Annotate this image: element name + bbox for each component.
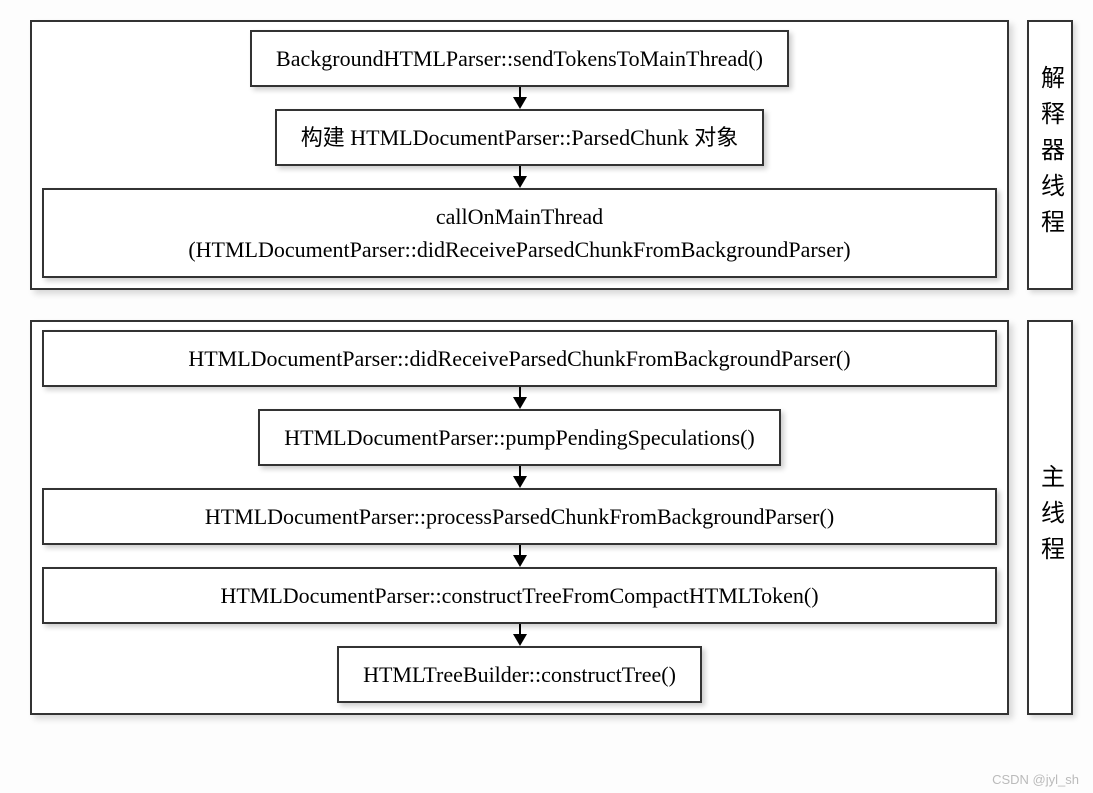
arrow-down-icon [513,466,527,488]
diagram-container: BackgroundHTMLParser::sendTokensToMainTh… [30,20,1073,715]
group-main-thread: HTMLDocumentParser::didReceiveParsedChun… [30,320,1073,715]
flow-box: HTMLDocumentParser::didReceiveParsedChun… [42,330,997,387]
arrow-down-icon [513,624,527,646]
flow-box: HTMLDocumentParser::processParsedChunkFr… [42,488,997,545]
arrow-down-icon [513,545,527,567]
watermark: CSDN @jyl_sh [992,772,1079,787]
group-box-main-thread: HTMLDocumentParser::didReceiveParsedChun… [30,320,1009,715]
flow-box: callOnMainThread(HTMLDocumentParser::did… [42,188,997,278]
arrow-down-icon [513,387,527,409]
flow-box: BackgroundHTMLParser::sendTokensToMainTh… [250,30,789,87]
group-label-parser-thread: 解释器线程 [1027,20,1073,290]
arrow-down-icon [513,166,527,188]
flow-box: HTMLTreeBuilder::constructTree() [337,646,702,703]
flow-box: HTMLDocumentParser::constructTreeFromCom… [42,567,997,624]
group-label-main-thread: 主线程 [1027,320,1073,715]
flow-box: HTMLDocumentParser::pumpPendingSpeculati… [258,409,780,466]
flow-box: 构建 HTMLDocumentParser::ParsedChunk 对象 [275,109,765,166]
arrow-down-icon [513,87,527,109]
group-box-parser-thread: BackgroundHTMLParser::sendTokensToMainTh… [30,20,1009,290]
group-parser-thread: BackgroundHTMLParser::sendTokensToMainTh… [30,20,1073,290]
